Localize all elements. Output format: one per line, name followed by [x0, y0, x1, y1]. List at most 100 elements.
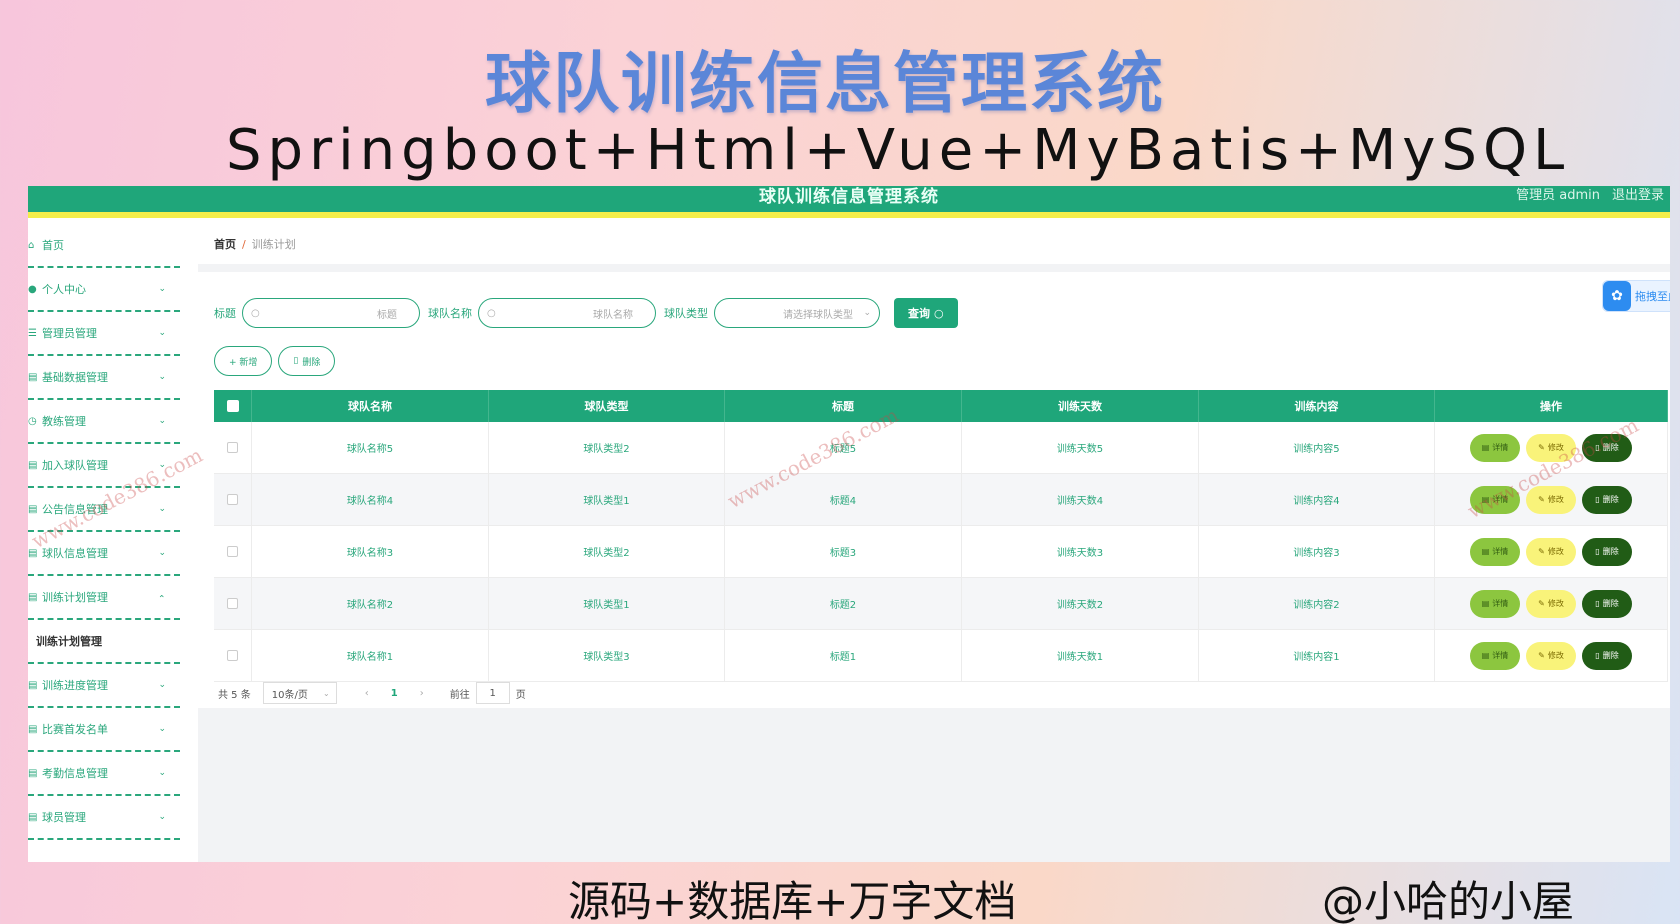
- row-checkbox-cell[interactable]: [214, 422, 252, 473]
- delete-button[interactable]: ▯ 删除: [1582, 537, 1632, 566]
- cell-training-content: 训练内容4: [1199, 474, 1435, 525]
- detail-button[interactable]: ▤ 详情: [1470, 641, 1520, 670]
- page-size-select[interactable]: 10条/页 ⌄: [262, 682, 337, 704]
- sidebar-item-home[interactable]: ⌂ 首页: [28, 224, 180, 268]
- team-name-search-input[interactable]: ○ 球队名称: [478, 298, 656, 328]
- cell-title: 标题2: [725, 578, 962, 629]
- cell-team-type: 球队类型3: [489, 630, 725, 681]
- select-all-checkbox[interactable]: [226, 400, 239, 412]
- row-checkbox-cell[interactable]: [214, 474, 252, 525]
- sidebar-item-label: 球员管理: [42, 811, 86, 824]
- edit-button[interactable]: ✎ 修改: [1526, 537, 1576, 566]
- delete-button[interactable]: ▯ 删除: [1582, 641, 1632, 670]
- banner-title: 球队训练信息管理系统: [485, 45, 1165, 122]
- table-row: 球队名称4 球队类型1 标题4 训练天数4 训练内容4 ▤ 详情 ✎ 修改 ▯ 删除: [214, 474, 1668, 526]
- sidebar-item-label: 个人中心: [42, 283, 86, 296]
- goto-page-input[interactable]: 1: [475, 682, 510, 704]
- sidebar-item-basedata[interactable]: ▤ 基础数据管理 ⌄: [28, 356, 180, 400]
- total-count: 共 5 条: [218, 689, 251, 701]
- sidebar-item-label: 训练进度管理: [42, 679, 108, 692]
- team-type-placeholder: 请选择球队类型: [783, 309, 853, 321]
- detail-button[interactable]: ▤ 详情: [1470, 589, 1520, 618]
- cell-training-content: 训练内容5: [1199, 422, 1435, 473]
- sidebar-item-admins[interactable]: ☰ 管理员管理 ⌄: [28, 312, 180, 356]
- sidebar-subitem-training-plans[interactable]: 训练计划管理: [28, 620, 180, 664]
- row-checkbox-cell[interactable]: [214, 578, 252, 629]
- row-checkbox-cell[interactable]: [214, 630, 252, 681]
- sidebar-item-coaches[interactable]: ◷ 教练管理 ⌄: [28, 400, 180, 444]
- team-type-select[interactable]: 请选择球队类型 ⌄: [714, 298, 880, 328]
- header-user[interactable]: 管理员 admin: [1516, 186, 1600, 203]
- query-button[interactable]: 查询 ○: [894, 298, 958, 328]
- doc-icon: ▤: [1481, 443, 1490, 452]
- chevron-down-icon: ⌄: [158, 416, 166, 426]
- sidebar-item-training-plans[interactable]: ▤ 训练计划管理 ⌄: [28, 576, 180, 620]
- detail-button[interactable]: ▤ 详情: [1470, 433, 1520, 462]
- edit-label: 修改: [1547, 547, 1564, 556]
- prev-page-button[interactable]: ‹: [365, 688, 369, 699]
- trash-icon: ▯: [1595, 495, 1600, 504]
- edit-button[interactable]: ✎ 修改: [1526, 589, 1576, 618]
- batch-delete-label: 删除: [302, 357, 321, 368]
- chevron-up-icon: ⌄: [158, 592, 166, 602]
- table-row: 球队名称1 球队类型3 标题1 训练天数1 训练内容1 ▤ 详情 ✎ 修改 ▯ 删除: [214, 630, 1668, 682]
- page-suffix: 页: [515, 689, 526, 701]
- title-placeholder: 标题: [377, 309, 397, 321]
- breadcrumb-current: 训练计划: [251, 238, 296, 251]
- sidebar-item-profile[interactable]: ● 个人中心 ⌄: [28, 268, 180, 312]
- sidebar-item-label: 加入球队管理: [42, 459, 108, 472]
- sidebar-item-players[interactable]: ▤ 球员管理 ⌄: [28, 796, 180, 840]
- title-filter-label: 标题: [214, 307, 236, 320]
- breadcrumb: 首页 / 训练计划: [198, 224, 1670, 264]
- sidebar-item-label: 训练计划管理: [36, 635, 102, 648]
- sidebar-item-lineups[interactable]: ▤ 比赛首发名单 ⌄: [28, 708, 180, 752]
- edit-button[interactable]: ✎ 修改: [1526, 641, 1576, 670]
- user-icon: ●: [28, 283, 37, 295]
- row-checkbox[interactable]: [227, 442, 238, 453]
- title-search-input[interactable]: ○ 标题: [242, 298, 420, 328]
- sidebar-item-label: 比赛首发名单: [42, 723, 108, 736]
- doc-icon: ▤: [28, 723, 38, 735]
- detail-button[interactable]: ▤ 详情: [1470, 537, 1520, 566]
- row-checkbox[interactable]: [227, 598, 238, 609]
- trash-icon: ▯: [1595, 651, 1600, 660]
- chevron-down-icon: ⌄: [158, 372, 166, 382]
- cell-title: 标题3: [725, 526, 962, 577]
- data-table: 球队名称 球队类型 标题 训练天数 训练内容 操作 球队名称5 球队类型2 标题5 训…: [214, 390, 1668, 682]
- drag-label: 拖拽至此: [1635, 290, 1670, 303]
- sidebar-item-label: 考勤信息管理: [42, 767, 108, 780]
- trash-icon: ▯: [293, 356, 299, 366]
- detail-label: 详情: [1492, 599, 1509, 608]
- query-button-label: 查询: [908, 307, 930, 320]
- add-button[interactable]: + 新增: [214, 346, 273, 376]
- row-checkbox-cell[interactable]: [214, 526, 252, 577]
- breadcrumb-home[interactable]: 首页: [214, 236, 236, 252]
- delete-button[interactable]: ▯ 删除: [1582, 589, 1632, 618]
- cell-training-days: 训练天数5: [962, 422, 1199, 473]
- row-checkbox[interactable]: [227, 494, 238, 505]
- sidebar-item-attendance[interactable]: ▤ 考勤信息管理 ⌄: [28, 752, 180, 796]
- cell-team-name: 球队名称5: [252, 422, 489, 473]
- batch-delete-button[interactable]: ▯ 删除: [278, 346, 336, 376]
- drag-to-button[interactable]: ✿ 拖拽至此: [1602, 280, 1670, 312]
- edit-label: 修改: [1547, 651, 1564, 660]
- sidebar-item-progress[interactable]: ▤ 训练进度管理 ⌄: [28, 664, 180, 708]
- delete-label: 删除: [1602, 547, 1619, 556]
- header-title: 球队训练信息管理系统: [759, 187, 939, 207]
- breadcrumb-separator: /: [242, 237, 246, 251]
- current-page[interactable]: 1: [391, 688, 398, 699]
- column-header: 训练内容: [1199, 390, 1435, 422]
- edit-icon: ✎: [1538, 443, 1545, 452]
- next-page-button[interactable]: ›: [420, 688, 424, 699]
- cell-training-days: 训练天数3: [962, 526, 1199, 577]
- logout-button[interactable]: 退出登录: [1612, 186, 1664, 203]
- chevron-down-icon: ⌄: [158, 504, 166, 514]
- cell-training-days: 训练天数4: [962, 474, 1199, 525]
- cell-team-type: 球队类型1: [489, 474, 725, 525]
- row-checkbox[interactable]: [227, 546, 238, 557]
- row-checkbox[interactable]: [227, 650, 238, 661]
- cell-team-type: 球队类型2: [489, 422, 725, 473]
- delete-button[interactable]: ▯ 删除: [1582, 485, 1632, 514]
- select-all-cell[interactable]: [214, 390, 252, 422]
- doc-icon: ▤: [28, 767, 38, 779]
